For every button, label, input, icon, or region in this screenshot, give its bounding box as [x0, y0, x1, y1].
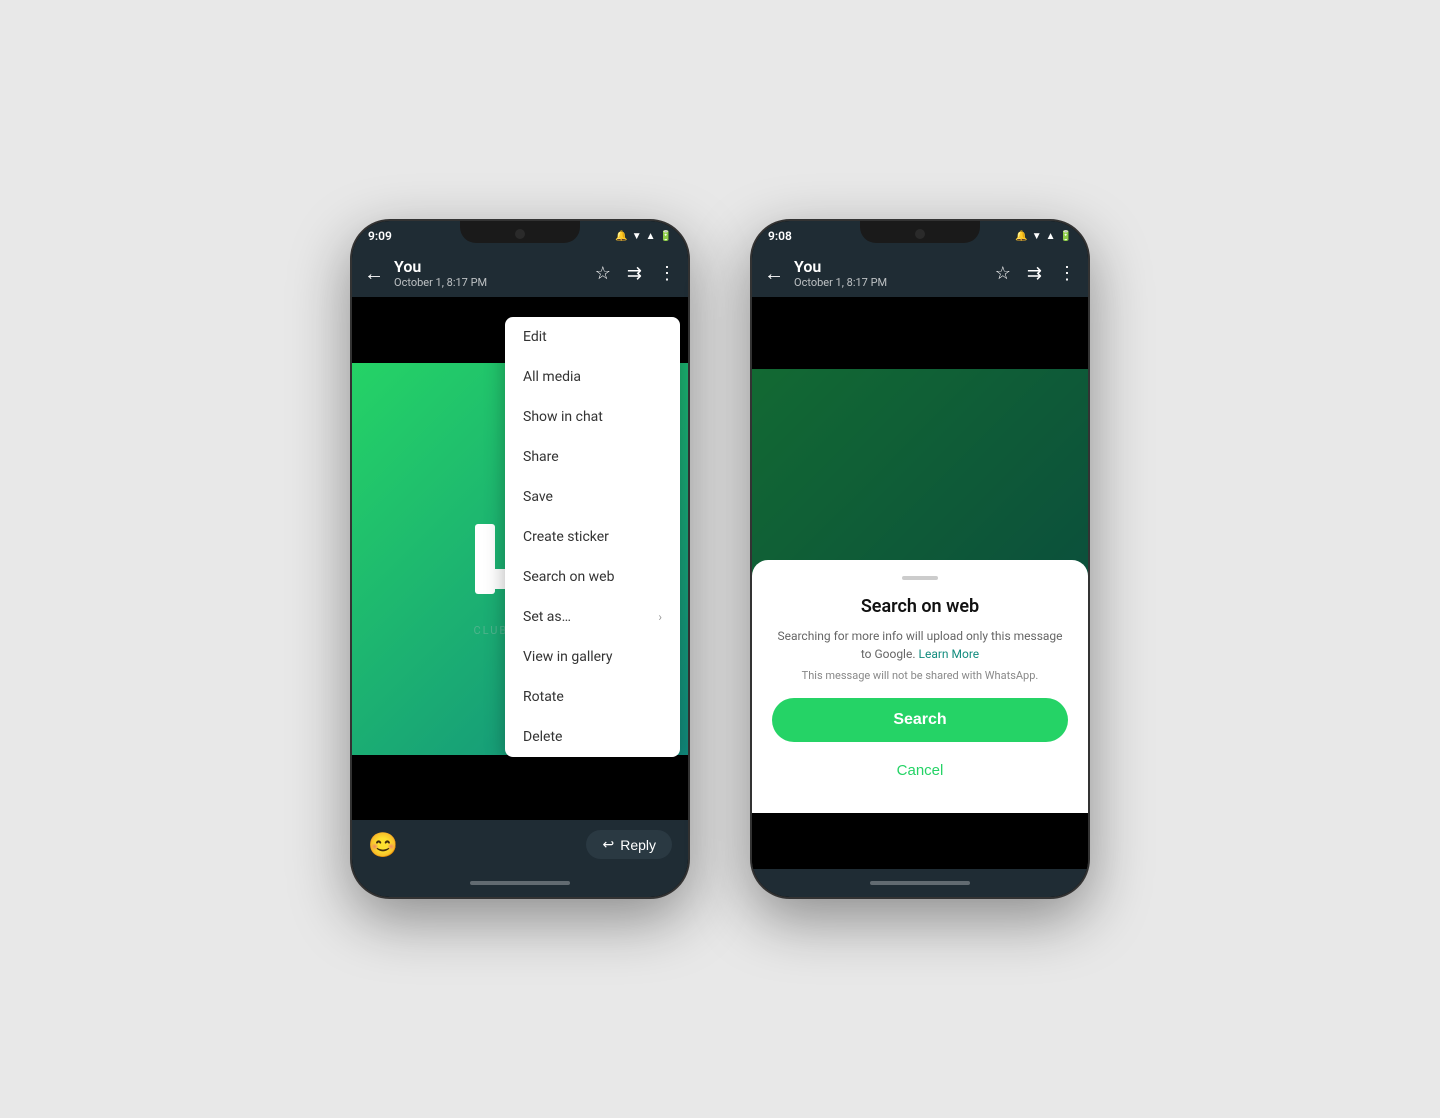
app-header-2: ← You October 1, 8:17 PM ☆ ⇉ ⋮	[752, 249, 1088, 297]
more-button-2[interactable]: ⋮	[1058, 263, 1076, 284]
bottom-bar-1: 😊 ↩ Reply	[352, 820, 688, 869]
menu-item-delete[interactable]: Delete	[505, 717, 680, 757]
chat-area-1: CLUBWC.INFO Edit All media Show in chat	[352, 297, 688, 820]
search-on-web-sheet: Search on web Searching for more info wi…	[752, 560, 1088, 813]
menu-item-set-as[interactable]: Set as… ›	[505, 597, 680, 637]
forward-button-2[interactable]: ⇉	[1027, 263, 1042, 284]
status-bar-2: 9:08 🔔 ▼ ▲ 🔋	[752, 221, 1088, 249]
reply-label: Reply	[620, 837, 656, 853]
signal-icon-2: ▲	[1046, 231, 1056, 242]
contact-name-2: You	[794, 257, 985, 276]
notification-icon: 🔔	[615, 231, 627, 242]
emoji-button-1[interactable]: 😊	[368, 831, 398, 859]
back-button-1[interactable]: ←	[364, 261, 384, 286]
status-icons-1: 🔔 ▼ ▲ 🔋	[615, 231, 672, 242]
status-icons-2: 🔔 ▼ ▲ 🔋	[1015, 231, 1072, 242]
learn-more-link[interactable]: Learn More	[919, 647, 980, 661]
battery-icon: 🔋	[660, 231, 672, 242]
menu-item-delete-label: Delete	[523, 729, 562, 745]
notification-icon-2: 🔔	[1015, 231, 1027, 242]
menu-item-set-as-label: Set as…	[523, 609, 571, 625]
chevron-right-icon: ›	[658, 610, 662, 624]
forward-button-1[interactable]: ⇉	[627, 263, 642, 284]
menu-item-all-media[interactable]: All media	[505, 357, 680, 397]
status-time-2: 9:08	[768, 229, 792, 243]
status-bar-1: 9:09 🔔 ▼ ▲ 🔋	[352, 221, 688, 249]
menu-item-show-in-chat-label: Show in chat	[523, 409, 603, 425]
menu-item-edit-label: Edit	[523, 329, 547, 345]
battery-icon-2: 🔋	[1060, 231, 1072, 242]
phones-container: 9:09 🔔 ▼ ▲ 🔋 ← You October 1, 8:17 PM ☆ …	[350, 219, 1090, 899]
menu-item-save-label: Save	[523, 489, 553, 505]
status-time-1: 9:09	[368, 229, 392, 243]
header-info-2: You October 1, 8:17 PM	[794, 257, 985, 289]
back-button-2[interactable]: ←	[764, 261, 784, 286]
menu-item-rotate[interactable]: Rotate	[505, 677, 680, 717]
menu-item-edit[interactable]: Edit	[505, 317, 680, 357]
contact-name-1: You	[394, 257, 585, 276]
star-button-1[interactable]: ☆	[595, 263, 611, 284]
cancel-button[interactable]: Cancel	[772, 752, 1068, 789]
wifi-icon-2: ▼	[1032, 231, 1042, 242]
star-button-2[interactable]: ☆	[995, 263, 1011, 284]
reply-button-1[interactable]: ↩ Reply	[586, 830, 672, 859]
sheet-title: Search on web	[772, 596, 1068, 617]
phone-1-screen: 9:09 🔔 ▼ ▲ 🔋 ← You October 1, 8:17 PM ☆ …	[352, 221, 688, 897]
menu-item-search-on-web[interactable]: Search on web	[505, 557, 680, 597]
contact-date-1: October 1, 8:17 PM	[394, 276, 585, 289]
sheet-handle	[902, 576, 938, 580]
context-menu: Edit All media Show in chat Share Save	[505, 317, 680, 757]
menu-item-create-sticker-label: Create sticker	[523, 529, 609, 545]
menu-item-rotate-label: Rotate	[523, 689, 564, 705]
phone-1: 9:09 🔔 ▼ ▲ 🔋 ← You October 1, 8:17 PM ☆ …	[350, 219, 690, 899]
menu-item-save[interactable]: Save	[505, 477, 680, 517]
phone-2-screen: 9:08 🔔 ▼ ▲ 🔋 ← You October 1, 8:17 PM ☆ …	[752, 221, 1088, 897]
phone-2: 9:08 🔔 ▼ ▲ 🔋 ← You October 1, 8:17 PM ☆ …	[750, 219, 1090, 899]
menu-item-show-in-chat[interactable]: Show in chat	[505, 397, 680, 437]
home-bar-2	[870, 881, 970, 885]
menu-item-share[interactable]: Share	[505, 437, 680, 477]
home-indicator-2	[752, 869, 1088, 897]
header-info-1: You October 1, 8:17 PM	[394, 257, 585, 289]
more-button-1[interactable]: ⋮	[658, 263, 676, 284]
sheet-description: Searching for more info will upload only…	[772, 627, 1068, 663]
contact-date-2: October 1, 8:17 PM	[794, 276, 985, 289]
menu-item-search-on-web-label: Search on web	[523, 569, 614, 585]
header-actions-2: ☆ ⇉ ⋮	[995, 263, 1076, 284]
chat-area-2: WBI CLUBWC.INFO Search on web Searching …	[752, 297, 1088, 869]
signal-icon: ▲	[646, 231, 656, 242]
reply-icon: ↩	[602, 836, 614, 853]
menu-item-view-in-gallery[interactable]: View in gallery	[505, 637, 680, 677]
sheet-note: This message will not be shared with Wha…	[772, 669, 1068, 682]
search-button[interactable]: Search	[772, 698, 1068, 742]
menu-item-create-sticker[interactable]: Create sticker	[505, 517, 680, 557]
home-indicator-1	[352, 869, 688, 897]
header-actions-1: ☆ ⇉ ⋮	[595, 263, 676, 284]
menu-item-all-media-label: All media	[523, 369, 581, 385]
menu-item-view-in-gallery-label: View in gallery	[523, 649, 613, 665]
app-header-1: ← You October 1, 8:17 PM ☆ ⇉ ⋮	[352, 249, 688, 297]
home-bar-1	[470, 881, 570, 885]
menu-item-share-label: Share	[523, 449, 559, 465]
wifi-icon: ▼	[632, 231, 642, 242]
